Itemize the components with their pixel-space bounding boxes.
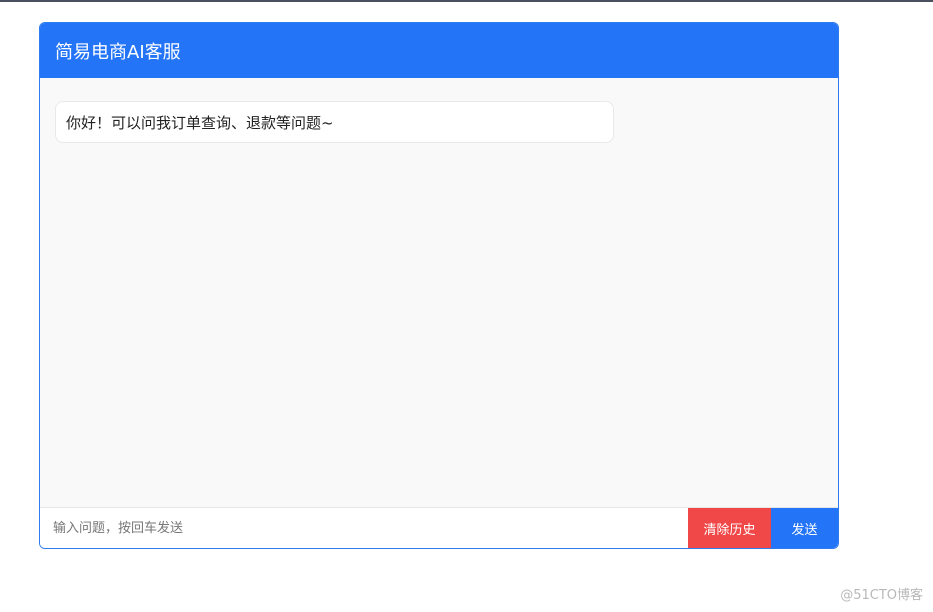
input-bar: 清除历史 发送 (40, 507, 838, 548)
bot-message-text: 你好！可以问我订单查询、退款等问题~ (66, 113, 334, 132)
question-input[interactable] (40, 508, 688, 548)
clear-history-button[interactable]: 清除历史 (688, 508, 771, 548)
top-divider (0, 0, 933, 2)
watermark: @51CTO博客 (840, 588, 923, 603)
send-button[interactable]: 发送 (771, 508, 838, 548)
message-list[interactable]: 你好！可以问我订单查询、退款等问题~ (40, 78, 838, 508)
chat-header: 简易电商AI客服 (40, 23, 838, 78)
chat-title: 简易电商AI客服 (55, 41, 181, 63)
bot-message: 你好！可以问我订单查询、退款等问题~ (55, 101, 614, 143)
chat-window: 简易电商AI客服 你好！可以问我订单查询、退款等问题~ 清除历史 发送 (39, 22, 839, 549)
